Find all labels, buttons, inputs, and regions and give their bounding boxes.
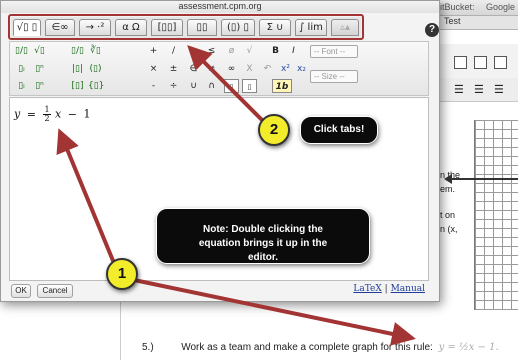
click-tabs-callout: Click tabs! — [300, 116, 378, 144]
divide-button[interactable]: ÷ — [166, 79, 181, 93]
document-tab-strip: Test — [432, 16, 518, 30]
double-click-note-callout: Note: Double clicking the equation bring… — [156, 208, 370, 264]
union-button[interactable]: ∪ — [186, 79, 201, 93]
equation-constant: 1 — [83, 107, 91, 121]
check-button[interactable]: √ — [242, 44, 257, 58]
inline-fraction-button[interactable]: ▯/▯ — [70, 44, 85, 58]
parens-button[interactable]: (▯) — [88, 62, 103, 76]
sqrt-button[interactable]: √▯ — [32, 44, 47, 58]
help-icon[interactable]: ? — [425, 23, 439, 37]
document-text: t on — [440, 210, 456, 220]
slash-button[interactable]: / — [166, 44, 181, 58]
problem-text: Work as a team and make a complete graph… — [181, 342, 433, 353]
graph-x-axis — [448, 178, 518, 180]
box-button[interactable]: ▯ — [224, 79, 239, 93]
geq-button[interactable]: ≥ — [186, 44, 201, 58]
align-right-icon[interactable]: ☰ — [474, 83, 484, 96]
grid-icon[interactable] — [494, 56, 507, 69]
subscript-format-button[interactable]: x₂ — [294, 62, 309, 76]
square-brackets-button[interactable]: [▯] — [70, 79, 85, 93]
problem-equation[interactable]: y = ½x − 1. — [439, 342, 499, 353]
document-toolbar — [432, 44, 518, 78]
superscript-format-button[interactable]: x² — [278, 62, 293, 76]
problem-number: 5.) — [142, 342, 154, 353]
abs-button[interactable]: |▯| — [70, 62, 85, 76]
equation-fraction: 1 2 — [43, 106, 51, 123]
equation-equals: = — [26, 107, 36, 121]
window-title: assessment.cpm.org — [1, 1, 439, 13]
size-dropdown[interactable]: -- Size -- — [310, 70, 358, 83]
bold-button[interactable]: B — [268, 44, 283, 58]
symbol-toolbar: ▯/▯ √▯ ▯/▯ ∛▯ + / ≥ ≤ ø √ B I -- Font --… — [9, 41, 429, 96]
plus-minus-button[interactable]: ± — [166, 62, 181, 76]
leq-button[interactable]: ≤ — [204, 44, 219, 58]
help-links: LaTeX | Manual — [353, 284, 425, 294]
copy-icon[interactable]: ▯ — [242, 79, 257, 93]
text-mode-button[interactable]: 1b — [272, 79, 292, 93]
equation-lhs: y — [14, 107, 21, 121]
graph-grid — [474, 120, 518, 310]
subscript-var-button[interactable]: ▯ᵢ — [14, 79, 29, 93]
not-equal-button[interactable]: ≠ — [204, 62, 219, 76]
fraction-denominator: 2 — [44, 114, 50, 123]
browser-tab-label[interactable]: Google — [486, 2, 515, 12]
undo-icon[interactable]: ↶ — [260, 62, 275, 76]
plus-button[interactable]: + — [146, 44, 161, 58]
equation-variable: x — [55, 107, 62, 121]
ok-button[interactable]: OK — [11, 284, 31, 298]
power-var-button[interactable]: ▯ⁿ — [32, 79, 47, 93]
step-marker-2: 2 — [258, 114, 290, 146]
font-dropdown[interactable]: -- Font -- — [310, 45, 358, 58]
document-toolbar-align: ☰ ☰ ☰ — [432, 78, 518, 102]
image-icon[interactable] — [454, 56, 467, 69]
minus-button[interactable]: - — [146, 79, 161, 93]
latex-link[interactable]: LaTeX — [353, 284, 381, 294]
equation-minus: − — [67, 107, 77, 121]
cube-root-button[interactable]: ∛▯ — [88, 44, 103, 58]
axis-arrow-icon — [444, 174, 452, 184]
link-separator: | — [384, 284, 388, 294]
empty-set-button[interactable]: ø — [224, 44, 239, 58]
italic-button[interactable]: I — [286, 44, 301, 58]
editor-footer: OK Cancel LaTeX | Manual — [9, 284, 429, 299]
step-marker-1: 1 — [106, 258, 138, 290]
tabs-highlight-box — [8, 14, 364, 40]
element-of-button[interactable]: ∈ — [186, 62, 201, 76]
align-center-icon[interactable]: ☰ — [454, 83, 464, 96]
justify-icon[interactable]: ☰ — [494, 83, 504, 96]
browser-tab-label[interactable]: itBucket: — [440, 2, 475, 12]
subscript-button[interactable]: ▯ᵢ — [14, 62, 29, 76]
manual-link[interactable]: Manual — [391, 284, 425, 294]
curly-braces-button[interactable]: {▯} — [88, 79, 104, 93]
equation-y-half-x-minus-1[interactable]: y = 1 2 x − 1 — [14, 106, 90, 123]
document-text: em. — [440, 184, 456, 194]
times-button[interactable]: × — [146, 62, 161, 76]
document-text: n (x, — [440, 224, 458, 234]
fraction-button[interactable]: ▯/▯ — [14, 44, 29, 58]
infinity-button[interactable]: ∞ — [224, 62, 239, 76]
intersection-button[interactable]: ∩ — [204, 79, 219, 93]
document-tab-test[interactable]: Test — [444, 16, 461, 26]
cancel-button[interactable]: Cancel — [37, 284, 73, 298]
table-icon[interactable] — [474, 56, 487, 69]
power-button[interactable]: ▯ⁿ — [32, 62, 47, 76]
problem-5: 5.) Work as a team and make a complete g… — [142, 342, 499, 353]
cut-icon[interactable]: X — [242, 62, 257, 76]
